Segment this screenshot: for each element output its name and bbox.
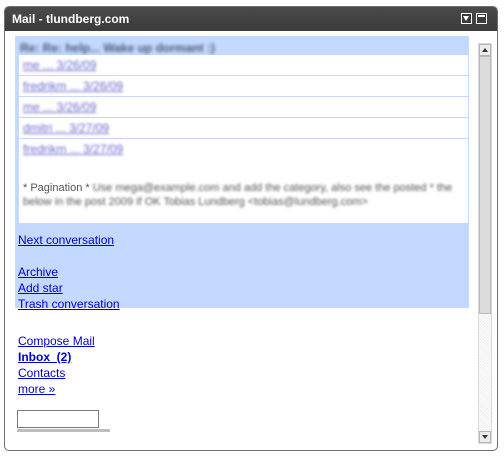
search-input[interactable] [17, 410, 99, 428]
compose-mail-link[interactable]: Compose Mail [18, 334, 95, 348]
message-list: me ... 3/26/09 fredrikm ... 3/26/09 me .… [19, 55, 468, 223]
window-title: Mail - tlundberg.com [12, 12, 130, 26]
snippet-prefix: * Pagination * [23, 182, 93, 194]
message-sender-date[interactable]: fredrikm ... 3/27/09 [23, 142, 123, 156]
mail-content: Re: Re: help... Wake up dormant :) me ..… [12, 36, 472, 441]
message-sender-date[interactable]: fredrikm ... 3/26/09 [23, 79, 123, 93]
contacts-link[interactable]: Contacts [18, 366, 65, 380]
maximize-icon[interactable] [476, 13, 487, 24]
scroll-down-icon[interactable] [479, 431, 491, 443]
message-snippet: * Pagination * Use mega@example.com and … [23, 181, 463, 209]
message-row[interactable]: fredrikm ... 3/27/09 [19, 139, 468, 159]
add-star-link[interactable]: Add star [18, 281, 63, 295]
title-bar: Mail - tlundberg.com [5, 7, 497, 31]
trash-conversation-link[interactable]: Trash conversation [18, 297, 120, 311]
message-sender-date[interactable]: dmitri ... 3/27/09 [23, 121, 109, 135]
inbox-link[interactable]: Inbox (2) [18, 350, 71, 364]
mail-gadget: Mail - tlundberg.com Re: Re: help... Wak… [4, 6, 498, 451]
message-row[interactable]: fredrikm ... 3/26/09 [19, 76, 468, 97]
scroll-up-icon[interactable] [479, 44, 491, 56]
archive-link[interactable]: Archive [18, 265, 58, 279]
vertical-scrollbar[interactable] [478, 43, 492, 444]
search-box-shadow [17, 429, 110, 432]
dropdown-menu-icon[interactable] [461, 13, 472, 24]
message-sender-date[interactable]: me ... 3/26/09 [23, 100, 96, 114]
message-row[interactable]: me ... 3/26/09 [19, 55, 468, 76]
next-conversation-link[interactable]: Next conversation [18, 233, 114, 247]
scrollbar-thumb[interactable] [479, 56, 491, 314]
more-link[interactable]: more » [18, 382, 55, 396]
message-row[interactable]: dmitri ... 3/27/09 [19, 118, 468, 139]
conversation-subject: Re: Re: help... Wake up dormant :) [20, 41, 215, 55]
conversation-panel: Re: Re: help... Wake up dormant :) me ..… [15, 36, 469, 311]
message-row[interactable]: me ... 3/26/09 [19, 97, 468, 118]
message-sender-date[interactable]: me ... 3/26/09 [23, 58, 96, 72]
